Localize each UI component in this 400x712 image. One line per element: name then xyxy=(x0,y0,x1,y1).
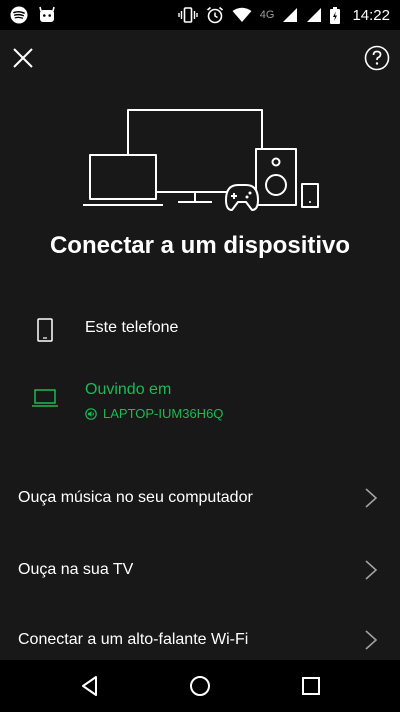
back-button[interactable] xyxy=(77,673,103,699)
list-item-tv[interactable]: Ouça na sua TV xyxy=(0,534,400,606)
speaker-icon xyxy=(85,407,97,420)
device-this-phone[interactable]: Este telefone xyxy=(30,318,390,346)
recents-icon xyxy=(302,677,320,695)
back-icon xyxy=(82,676,97,696)
alarm-icon xyxy=(206,6,223,24)
status-bar: 4G 14:22 xyxy=(0,0,400,30)
phone-icon xyxy=(37,318,53,342)
help-icon xyxy=(364,45,390,71)
chevron-right-icon xyxy=(365,488,378,508)
list-item-label: Ouça na sua TV xyxy=(18,561,134,578)
home-button[interactable] xyxy=(187,673,213,699)
device-status: Ouvindo em xyxy=(85,381,172,398)
help-button[interactable] xyxy=(364,45,390,71)
list-item-label: Ouça música no seu computador xyxy=(18,489,253,506)
chevron-right-icon xyxy=(365,630,378,650)
android-notification-icon xyxy=(39,6,55,22)
wifi-icon xyxy=(232,7,252,22)
close-button[interactable] xyxy=(10,45,36,71)
network-type: 4G xyxy=(259,9,275,21)
list-item-computer[interactable]: Ouça música no seu computador xyxy=(0,462,400,534)
signal-icon xyxy=(283,8,298,22)
device-sub-name: LAPTOP-IUM36H6Q xyxy=(103,406,224,421)
battery-icon xyxy=(330,6,341,24)
device-laptop[interactable]: Ouvindo em LAPTOP-IUM36H6Q xyxy=(30,380,390,421)
spotify-icon xyxy=(10,6,28,24)
clock: 14:22 xyxy=(352,6,390,24)
close-icon xyxy=(13,48,33,68)
signal-icon xyxy=(307,8,322,22)
vibrate-icon xyxy=(178,7,198,23)
header xyxy=(0,30,400,90)
recents-button[interactable] xyxy=(298,673,324,699)
devices-illustration xyxy=(83,109,319,211)
chevron-right-icon xyxy=(365,560,378,580)
home-icon xyxy=(190,676,210,696)
navigation-bar xyxy=(0,660,400,712)
device-name: Este telefone xyxy=(85,319,179,336)
laptop-icon xyxy=(32,389,58,407)
page-title: Conectar a um dispositivo xyxy=(49,232,351,259)
